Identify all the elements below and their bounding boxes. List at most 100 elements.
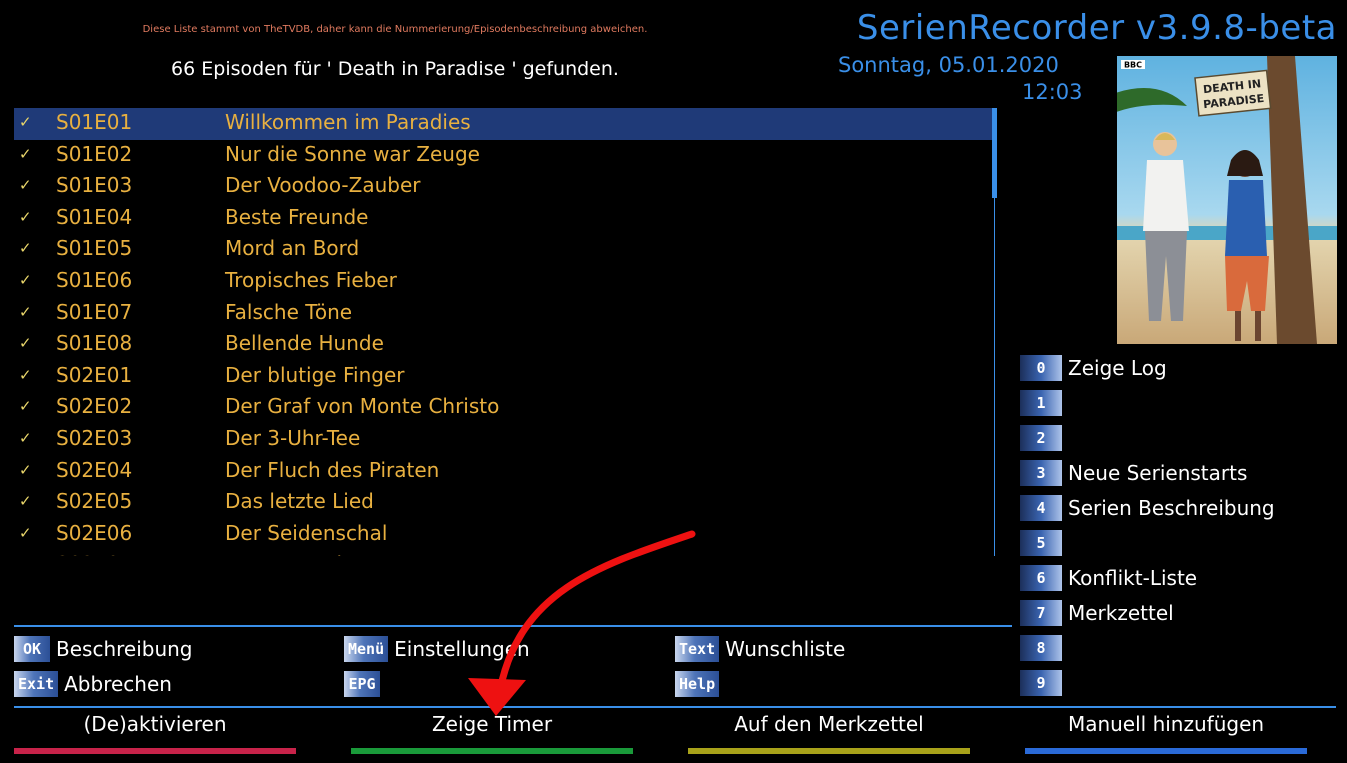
ok-key-badge: OK — [14, 636, 50, 662]
number-key-4[interactable]: 4 Serien Beschreibung — [1020, 495, 1275, 521]
episode-title: Tropisches Fieber — [225, 267, 397, 292]
check-icon: ✓ — [19, 523, 32, 542]
yellow-button-label[interactable]: Auf den Merkzettel — [688, 712, 970, 736]
exit-key-label: Abbrechen — [64, 672, 172, 696]
number-key-9[interactable]: 9 — [1020, 670, 1068, 696]
menu-key-badge: Menü — [344, 636, 389, 662]
number-key-label: Merkzettel — [1068, 601, 1174, 625]
series-poster: DEATH IN PARADISE BBC — [1117, 56, 1337, 344]
check-icon: ✓ — [19, 176, 32, 195]
episode-row[interactable]: ✓ S02E03 Der 3-Uhr-Tee — [14, 424, 992, 456]
check-icon: ✓ — [19, 365, 32, 384]
number-key-label: Neue Serienstarts — [1068, 461, 1248, 485]
exit-key[interactable]: Exit Abbrechen — [14, 671, 172, 697]
episode-list[interactable]: ✓ S01E01 Willkommen im Paradies ✓ S01E02 Nur … — [14, 108, 992, 556]
poster-network-logo: BBC — [1124, 61, 1142, 70]
episode-row[interactable]: ✓ S01E06 Tropisches Fieber — [14, 266, 992, 298]
annotation-arrow — [468, 530, 696, 716]
check-icon: ✓ — [19, 428, 32, 447]
number-key-badge: 9 — [1020, 670, 1062, 696]
episode-row[interactable]: ✓ S01E07 Falsche Töne — [14, 298, 992, 330]
episode-row[interactable]: ✓ S01E08 Bellende Hunde — [14, 329, 992, 361]
red-button-bar[interactable] — [14, 748, 296, 754]
ok-key-label: Beschreibung — [56, 637, 193, 661]
episode-title: Der Apostel... — [225, 552, 361, 556]
episode-code: S01E07 — [56, 299, 133, 324]
check-icon: ✓ — [19, 302, 32, 321]
poster-image: DEATH IN PARADISE BBC — [1117, 56, 1337, 344]
number-key-badge: 2 — [1020, 425, 1062, 451]
episode-title: Das letzte Lied — [225, 489, 374, 514]
episode-title: Mord an Bord — [225, 236, 360, 261]
blue-button-label[interactable]: Manuell hinzufügen — [1025, 712, 1307, 736]
episode-code: S02E06 — [56, 520, 133, 545]
episode-count-text: 66 Episoden für ' Death in Paradise ' ge… — [171, 58, 619, 80]
number-key-8[interactable]: 8 — [1020, 635, 1068, 661]
number-key-badge: 3 — [1020, 460, 1062, 486]
annotation-arrow-shaft — [496, 530, 696, 694]
episode-code: S01E08 — [56, 331, 133, 356]
check-icon: ✓ — [19, 207, 32, 226]
episode-list-scrollbar[interactable] — [992, 108, 997, 556]
number-key-badge: 4 — [1020, 495, 1062, 521]
episode-row[interactable]: ✓ S02E01 Der blutige Finger — [14, 361, 992, 393]
yellow-button-bar[interactable] — [688, 748, 970, 754]
app-title: SerienRecorder v3.9.8-beta — [856, 8, 1337, 48]
episode-code: S02E04 — [56, 457, 133, 482]
number-key-0[interactable]: 0 Zeige Log — [1020, 355, 1167, 381]
check-icon: ✓ — [19, 460, 32, 479]
number-key-badge: 0 — [1020, 355, 1062, 381]
number-key-3[interactable]: 3 Neue Serienstarts — [1020, 460, 1247, 486]
episode-title: Der Fluch des Piraten — [225, 457, 440, 482]
episode-code: S01E05 — [56, 236, 133, 261]
check-icon: ✓ — [19, 239, 32, 258]
episode-row[interactable]: ✓ S01E04 Beste Freunde — [14, 203, 992, 235]
episode-title: Willkommen im Paradies — [225, 110, 471, 134]
epg-key-badge: EPG — [344, 671, 380, 697]
scrollbar-thumb[interactable] — [992, 108, 997, 198]
epg-key[interactable]: EPG — [344, 671, 386, 697]
episode-code: S02E07 — [56, 552, 132, 556]
episode-code: S01E06 — [56, 267, 133, 292]
check-icon: ✓ — [19, 555, 32, 556]
blue-button-bar[interactable] — [1025, 748, 1307, 754]
episode-code: S02E01 — [56, 362, 133, 387]
number-key-7[interactable]: 7 Merkzettel — [1020, 600, 1174, 626]
episode-row[interactable]: ✓ S02E05 Das letzte Lied — [14, 487, 992, 519]
episode-row[interactable]: ✓ S01E02 Nur die Sonne war Zeuge — [14, 140, 992, 172]
episode-row[interactable]: ✓ S01E03 Der Voodoo-Zauber — [14, 171, 992, 203]
check-icon: ✓ — [19, 113, 32, 131]
episode-row[interactable]: ✓ S02E04 Der Fluch des Piraten — [14, 456, 992, 488]
episode-title: Der Voodoo-Zauber — [225, 173, 421, 198]
number-key-badge: 6 — [1020, 565, 1062, 591]
episode-code: S02E02 — [56, 394, 133, 419]
episode-title: Nur die Sonne war Zeuge — [225, 141, 480, 166]
episode-title: Bellende Hunde — [225, 331, 384, 356]
episode-row[interactable]: ✓ S02E02 Der Graf von Monte Christo — [14, 392, 992, 424]
source-notice: Diese Liste stammt von TheTVDB, daher ka… — [142, 24, 648, 35]
episode-title: Beste Freunde — [225, 204, 369, 229]
number-key-5[interactable]: 5 — [1020, 530, 1068, 556]
ok-key[interactable]: OK Beschreibung — [14, 636, 193, 662]
check-icon: ✓ — [19, 492, 32, 511]
exit-key-badge: Exit — [14, 671, 59, 697]
green-button-bar[interactable] — [351, 748, 633, 754]
number-key-badge: 8 — [1020, 635, 1062, 661]
episode-row[interactable]: ✓ S01E05 Mord an Bord — [14, 234, 992, 266]
red-button-label[interactable]: (De)aktivieren — [14, 712, 296, 736]
episode-code: S02E03 — [56, 425, 133, 450]
episode-title: Der blutige Finger — [225, 362, 405, 387]
check-icon: ✓ — [19, 270, 32, 289]
episode-code: S02E05 — [56, 489, 133, 514]
number-key-1[interactable]: 1 — [1020, 390, 1068, 416]
number-key-badge: 5 — [1020, 530, 1062, 556]
number-key-label: Serien Beschreibung — [1068, 496, 1275, 520]
episode-row[interactable]: ✓ S01E01 Willkommen im Paradies — [14, 108, 992, 140]
episode-title: Der Graf von Monte Christo — [225, 394, 500, 419]
number-key-badge: 7 — [1020, 600, 1062, 626]
episode-title: Falsche Töne — [225, 299, 353, 324]
number-key-6[interactable]: 6 Konflikt-Liste — [1020, 565, 1197, 591]
date-display: Sonntag, 05.01.2020 — [838, 53, 1059, 77]
number-key-2[interactable]: 2 — [1020, 425, 1068, 451]
text-key-label: Wunschliste — [725, 637, 846, 661]
